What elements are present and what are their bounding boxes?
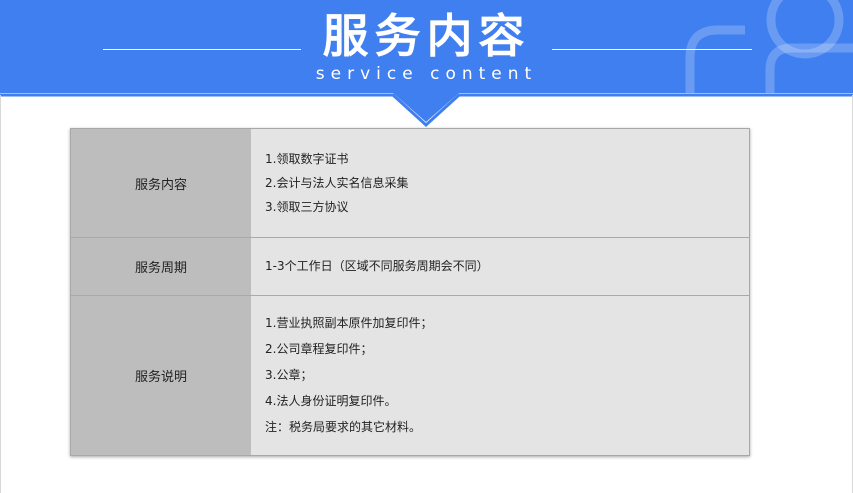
table-row-content: 服务内容 1.领取数字证书 2.会计与法人实名信息采集 3.领取三方协议 [70,128,750,239]
table-row-notes: 服务说明 1.营业执照副本原件加复印件； 2.公司章程复印件； 3.公章； 4.… [70,295,750,456]
row-value: 1-3个工作日（区域不同服务周期会不同） [251,237,750,296]
row-value: 1.营业执照副本原件加复印件； 2.公司章程复印件； 3.公章； 4.法人身份证… [251,295,750,456]
table-row-period: 服务周期 1-3个工作日（区域不同服务周期会不同） [70,237,750,296]
list-item: 3.领取三方协议 [265,200,349,215]
list-item: 3.公章； [265,368,313,383]
service-info-table: 服务内容 1.领取数字证书 2.会计与法人实名信息采集 3.领取三方协议 服务周… [70,128,750,456]
page-subtitle: service content [315,64,538,84]
row-label: 服务内容 [70,128,251,239]
list-item: 2.会计与法人实名信息采集 [265,176,409,191]
list-item: 1-3个工作日（区域不同服务周期会不同） [265,259,489,274]
row-value: 1.领取数字证书 2.会计与法人实名信息采集 3.领取三方协议 [251,128,750,239]
list-item: 4.法人身份证明复印件。 [265,394,397,409]
list-item: 1.领取数字证书 [265,152,349,167]
page-title: 服务内容 [322,9,531,63]
row-label: 服务周期 [70,237,251,296]
page-border-left [0,95,1,493]
list-item: 1.营业执照副本原件加复印件； [265,316,433,331]
row-label: 服务说明 [70,295,251,456]
header-banner: 服务内容 service content [0,0,853,93]
banner-pointer [0,93,853,128]
list-item: 注：税务局要求的其它材料。 [265,420,422,435]
list-item: 2.公司章程复印件； [265,342,373,357]
